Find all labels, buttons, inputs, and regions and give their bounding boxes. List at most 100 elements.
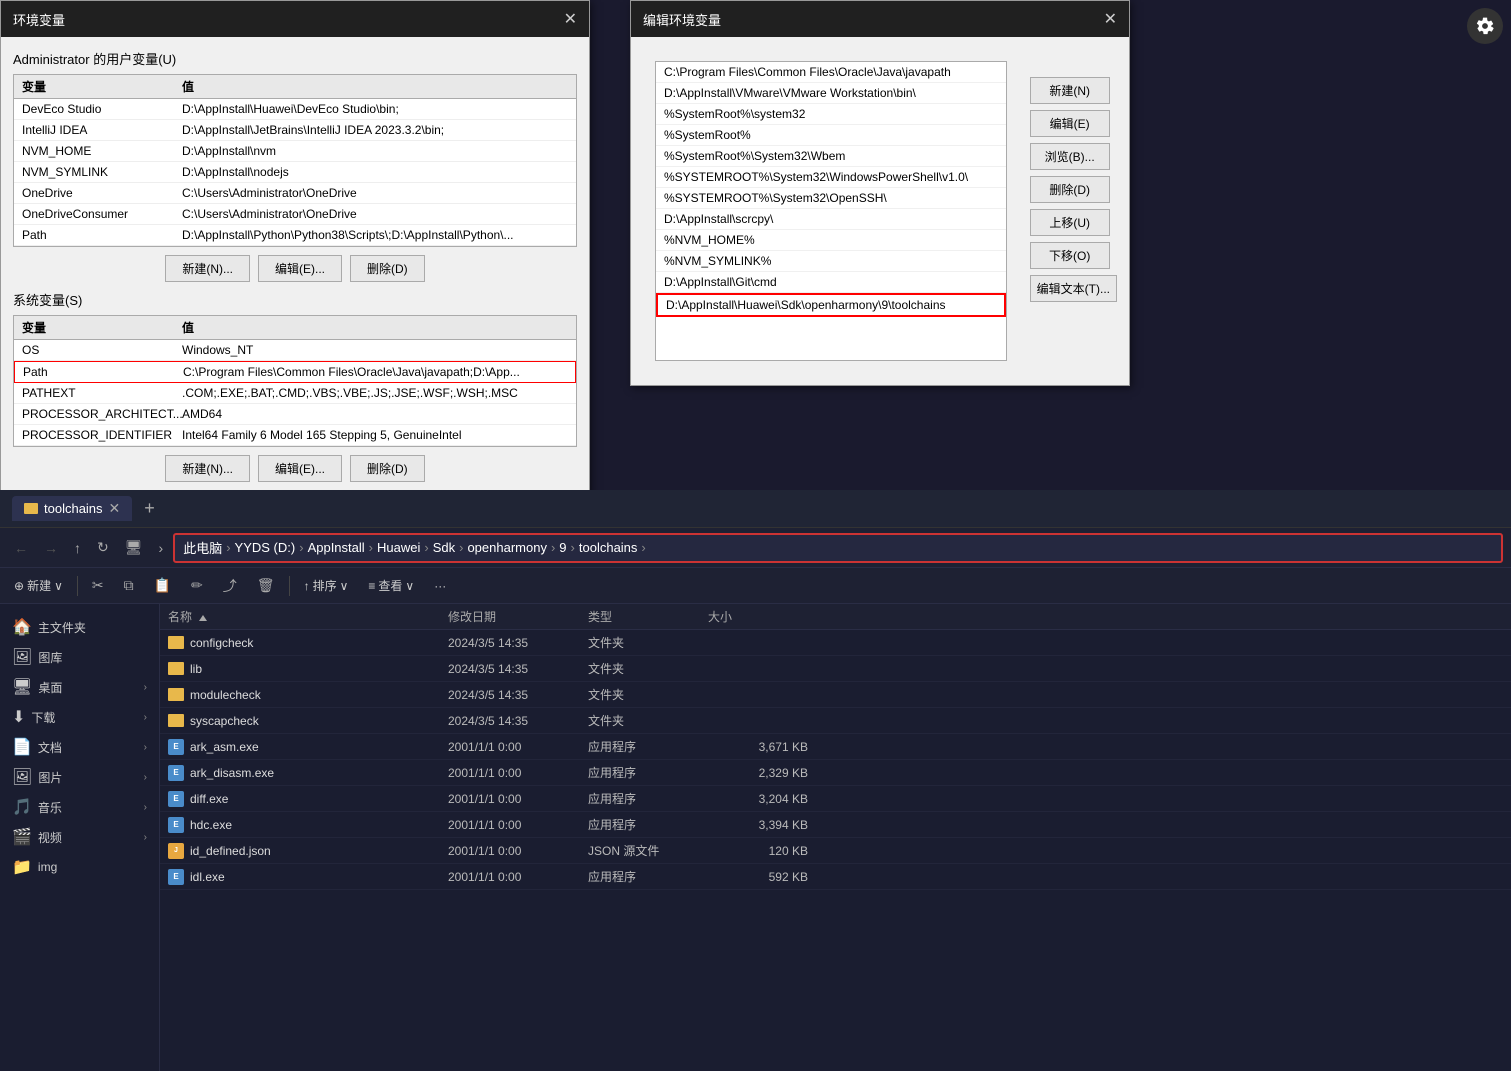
videos-icon: 🎬 — [12, 827, 32, 847]
table-row[interactable]: IntelliJ IDEAD:\AppInstall\JetBrains\Int… — [14, 120, 576, 141]
edit-new-button[interactable]: 新建(N) — [1030, 77, 1110, 104]
tab-add-button[interactable]: + — [140, 498, 159, 519]
file-table-header: 名称 修改日期 类型 大小 — [160, 604, 1511, 630]
camera-icon[interactable] — [1467, 8, 1503, 44]
downloads-icon: ⬇ — [12, 707, 25, 727]
user-vars-label: Administrator 的用户变量(U) — [13, 49, 577, 68]
edit-dialog-title: 编辑环境变量 — [643, 10, 721, 29]
sort-button[interactable]: ↑ 排序 ∨ — [298, 574, 355, 597]
edit-up-button[interactable]: 上移(U) — [1030, 209, 1110, 236]
breadcrumb-item-drive[interactable]: YYDS (D:) — [235, 540, 296, 555]
list-item[interactable]: C:\Program Files\Common Files\Oracle\Jav… — [656, 62, 1006, 83]
delete-button[interactable]: 🗑 — [251, 574, 281, 597]
nav-forward-button[interactable]: → — [38, 538, 64, 558]
table-row[interactable]: PATHEXT.COM;.EXE;.BAT;.CMD;.VBS;.VBE;.JS… — [14, 383, 576, 404]
breadcrumb-item-9[interactable]: 9 — [559, 540, 566, 555]
more-button[interactable]: ··· — [428, 576, 452, 596]
sidebar-item-img[interactable]: 📁 img — [0, 852, 159, 882]
list-item[interactable]: %SystemRoot% — [656, 125, 1006, 146]
user-edit-button[interactable]: 编辑(E)... — [258, 255, 342, 282]
list-item[interactable]: %SystemRoot%\system32 — [656, 104, 1006, 125]
breadcrumb-item-toolchains[interactable]: toolchains — [579, 540, 638, 555]
rename-button[interactable]: ✏ — [185, 574, 209, 597]
file-row[interactable]: Ehdc.exe 2001/1/1 0:00 应用程序 3,394 KB — [160, 812, 1511, 838]
file-row[interactable]: Eark_disasm.exe 2001/1/1 0:00 应用程序 2,329… — [160, 760, 1511, 786]
breadcrumb-item-openharmony[interactable]: openharmony — [467, 540, 547, 555]
sidebar-item-videos[interactable]: 🎬 视频 › — [0, 822, 159, 852]
list-item[interactable]: D:\AppInstall\Git\cmd — [656, 272, 1006, 293]
paste-button[interactable]: 📋 — [148, 574, 177, 597]
list-item[interactable]: D:\AppInstall\scrcpy\ — [656, 209, 1006, 230]
breadcrumb-item-sdk[interactable]: Sdk — [433, 540, 455, 555]
sys-delete-button[interactable]: 删除(D) — [350, 455, 425, 482]
sidebar-item-gallery[interactable]: 🖼 图库 — [0, 642, 159, 672]
copy-button[interactable]: ⧉ — [118, 574, 140, 597]
user-delete-button[interactable]: 删除(D) — [350, 255, 425, 282]
folder-icon — [168, 636, 184, 649]
table-row[interactable]: PROCESSOR_IDENTIFIERIntel64 Family 6 Mod… — [14, 425, 576, 446]
breadcrumb-item-huawei[interactable]: Huawei — [377, 540, 420, 555]
file-row[interactable]: modulecheck 2024/3/5 14:35 文件夹 — [160, 682, 1511, 708]
edit-down-button[interactable]: 下移(O) — [1030, 242, 1110, 269]
folder-icon — [168, 662, 184, 675]
list-item[interactable]: D:\AppInstall\VMware\VMware Workstation\… — [656, 83, 1006, 104]
sidebar-item-music[interactable]: 🎵 音乐 › — [0, 792, 159, 822]
list-item[interactable]: %NVM_SYMLINK% — [656, 251, 1006, 272]
breadcrumb-item-computer[interactable]: 此电脑 — [183, 538, 222, 557]
nav-up-button[interactable]: ↑ — [68, 538, 87, 558]
cut-button[interactable]: ✂ — [86, 574, 110, 597]
table-row[interactable]: DevEco StudioD:\AppInstall\Huawei\DevEco… — [14, 99, 576, 120]
nav-back-button[interactable]: ← — [8, 538, 34, 558]
file-row[interactable]: Eark_asm.exe 2001/1/1 0:00 应用程序 3,671 KB — [160, 734, 1511, 760]
file-row[interactable]: syscapcheck 2024/3/5 14:35 文件夹 — [160, 708, 1511, 734]
edit-edit-button[interactable]: 编辑(E) — [1030, 110, 1110, 137]
share-button[interactable]: ⤴ — [217, 573, 243, 599]
tab-label: toolchains — [44, 501, 103, 516]
file-row[interactable]: Ediff.exe 2001/1/1 0:00 应用程序 3,204 KB — [160, 786, 1511, 812]
nav-refresh-button[interactable]: ↻ — [91, 537, 115, 558]
sidebar-item-home[interactable]: 🏠 主文件夹 — [0, 612, 159, 642]
list-item[interactable]: %SystemRoot%\System32\Wbem — [656, 146, 1006, 167]
table-row[interactable]: NVM_HOMED:\AppInstall\nvm — [14, 141, 576, 162]
table-row[interactable]: NVM_SYMLINKD:\AppInstall\nodejs — [14, 162, 576, 183]
nav-chevron-button[interactable]: › — [153, 538, 170, 558]
table-row[interactable]: OneDriveConsumerC:\Users\Administrator\O… — [14, 204, 576, 225]
env-dialog-close[interactable]: ✕ — [564, 9, 577, 29]
edit-text-button[interactable]: 编辑文本(T)... — [1030, 275, 1117, 302]
highlighted-path-item[interactable]: D:\AppInstall\Huawei\Sdk\openharmony\9\t… — [656, 293, 1006, 317]
sidebar-item-desktop[interactable]: 🖥 桌面 › — [0, 672, 159, 702]
table-row[interactable]: PROCESSOR_ARCHITECT...AMD64 — [14, 404, 576, 425]
sidebar-item-downloads[interactable]: ⬇ 下载 › — [0, 702, 159, 732]
table-row[interactable]: PathD:\AppInstall\Python\Python38\Script… — [14, 225, 576, 246]
edit-dialog-close[interactable]: ✕ — [1104, 9, 1117, 29]
tab-close-button[interactable]: ✕ — [109, 500, 121, 517]
edit-browse-button[interactable]: 浏览(B)... — [1030, 143, 1110, 170]
explorer-tab[interactable]: toolchains ✕ — [12, 496, 132, 521]
new-button[interactable]: ⊕ 新建 ∨ — [8, 574, 69, 597]
path-row-highlighted[interactable]: PathC:\Program Files\Common Files\Oracle… — [14, 361, 576, 383]
sys-new-button[interactable]: 新建(N)... — [165, 455, 250, 482]
sidebar-item-documents[interactable]: 📄 文档 › — [0, 732, 159, 762]
pictures-icon: 🖼 — [12, 767, 32, 787]
edit-delete-button[interactable]: 删除(D) — [1030, 176, 1110, 203]
chevron-right-icon: › — [144, 742, 147, 753]
table-row[interactable]: OneDriveC:\Users\Administrator\OneDrive — [14, 183, 576, 204]
file-row[interactable]: Eidl.exe 2001/1/1 0:00 应用程序 592 KB — [160, 864, 1511, 890]
file-row[interactable]: lib 2024/3/5 14:35 文件夹 — [160, 656, 1511, 682]
breadcrumb-bar[interactable]: 此电脑 › YYDS (D:) › AppInstall › Huawei › … — [173, 533, 1503, 563]
table-row[interactable]: OSWindows_NT — [14, 340, 576, 361]
list-item[interactable]: %NVM_HOME% — [656, 230, 1006, 251]
tab-folder-icon — [24, 503, 38, 514]
user-new-button[interactable]: 新建(N)... — [165, 255, 250, 282]
file-row[interactable]: Jid_defined.json 2001/1/1 0:00 JSON 源文件 … — [160, 838, 1511, 864]
col-type-header: 类型 — [588, 608, 708, 625]
nav-computer-button[interactable]: 🖥 — [119, 537, 149, 558]
view-button[interactable]: ≡ 查看 ∨ — [362, 574, 420, 597]
list-item[interactable]: %SYSTEMROOT%\System32\WindowsPowerShell\… — [656, 167, 1006, 188]
sys-edit-button[interactable]: 编辑(E)... — [258, 455, 342, 482]
file-row[interactable]: configcheck 2024/3/5 14:35 文件夹 — [160, 630, 1511, 656]
list-item[interactable]: %SYSTEMROOT%\System32\OpenSSH\ — [656, 188, 1006, 209]
breadcrumb-item-appinstall[interactable]: AppInstall — [308, 540, 365, 555]
sidebar-item-pictures[interactable]: 🖼 图片 › — [0, 762, 159, 792]
sidebar-label-music: 音乐 — [38, 799, 62, 816]
